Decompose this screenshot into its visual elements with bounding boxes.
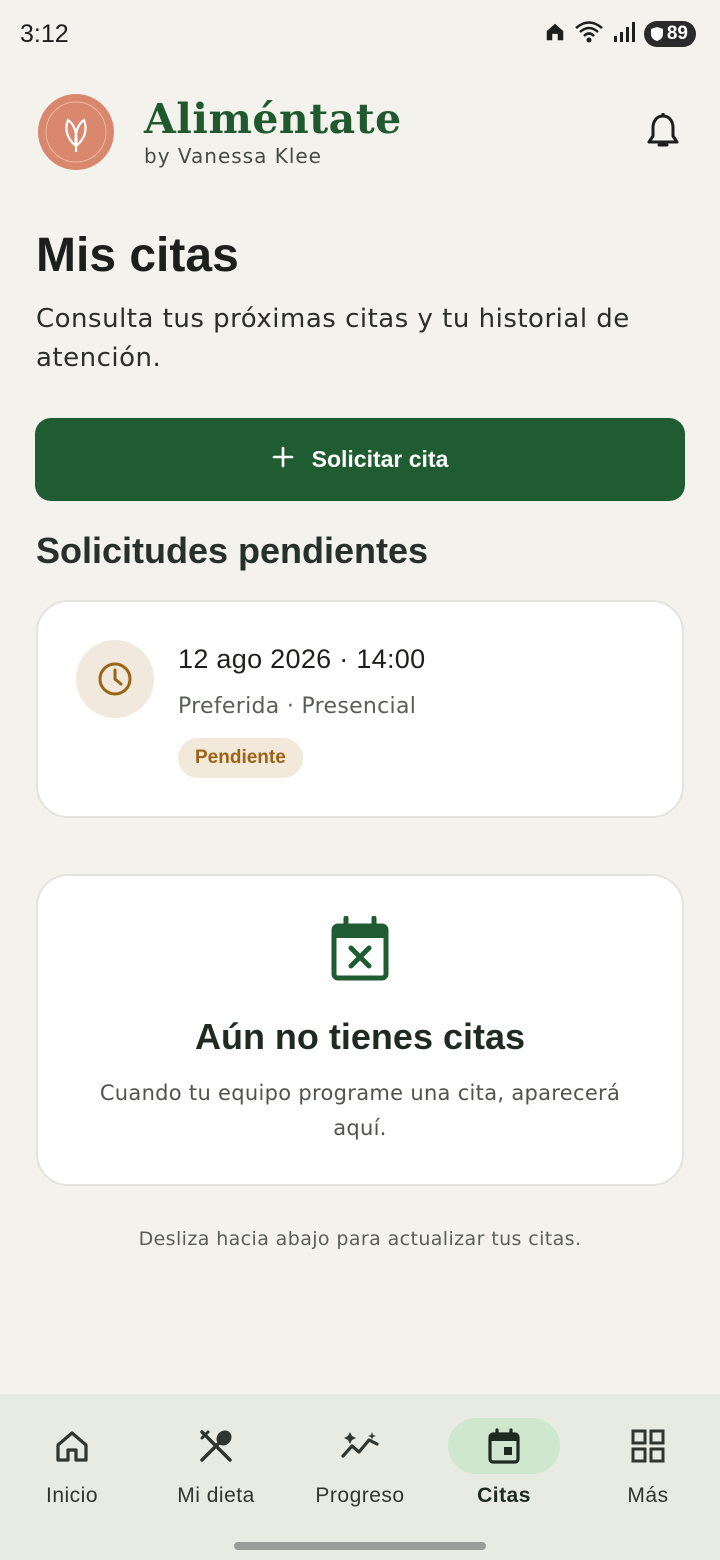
page-description: Consulta tus próximas citas y tu histori…: [36, 304, 630, 373]
trend-icon: [304, 1418, 416, 1474]
bell-icon[interactable]: [642, 111, 684, 153]
nav-label-inicio: Inicio: [45, 1484, 99, 1507]
empty-state-card: Aún no tienes citas Cuando tu equipo pro…: [36, 874, 684, 1186]
nav-label-citas: Citas: [477, 1484, 531, 1507]
nav-item-mas[interactable]: Más: [576, 1394, 720, 1560]
appointment-datetime: 12 ago 2026 · 14:00: [178, 644, 426, 674]
nav-item-inicio[interactable]: Inicio: [0, 1394, 144, 1560]
plus-icon: [272, 446, 294, 474]
home-icon: [544, 21, 566, 47]
status-badge: Pendiente: [178, 738, 303, 778]
empty-state-description: Cuando tu equipo programe una cita, apar…: [99, 1081, 621, 1140]
wifi-icon: [574, 20, 604, 48]
nav-label-mi-dieta: Mi dieta: [177, 1484, 255, 1507]
home-icon: [16, 1418, 128, 1474]
nav-label-progreso: Progreso: [315, 1484, 405, 1507]
home-indicator[interactable]: [234, 1542, 486, 1550]
appointment-meta: Preferida · Presencial: [178, 694, 417, 719]
signal-icon: [612, 20, 636, 48]
refresh-hint: Desliza hacia abajo para actualizar tus …: [138, 1228, 582, 1250]
app-header: Aliméntate by Vanessa Klee: [38, 92, 684, 172]
brand-subtitle: by Vanessa Klee: [144, 144, 322, 168]
bottom-nav: Inicio Mi dieta Progreso Citas Más: [0, 1394, 720, 1560]
nav-item-mi-dieta[interactable]: Mi dieta: [144, 1394, 288, 1560]
battery-level: 89: [666, 23, 688, 44]
pending-request-card[interactable]: 12 ago 2026 · 14:00 Preferida · Presenci…: [36, 600, 684, 818]
brand-block: Aliméntate by Vanessa Klee: [144, 96, 642, 168]
battery-icon: 89: [643, 21, 696, 47]
status-time: 3:12: [20, 19, 69, 48]
status-bar: 3:12 89: [0, 0, 720, 68]
calendar-icon: [448, 1418, 560, 1474]
calendar-x-icon: [330, 915, 390, 986]
brand-logo: [38, 94, 114, 170]
utensils-icon: [160, 1418, 272, 1474]
empty-state-title: Aún no tienes citas: [194, 1016, 526, 1057]
request-appointment-label: Solicitar cita: [311, 446, 449, 472]
pending-section-title: Solicitudes pendientes: [36, 530, 429, 571]
status-icons: 89: [544, 20, 696, 48]
request-appointment-button[interactable]: Solicitar cita: [35, 418, 685, 501]
grid-icon: [592, 1418, 704, 1474]
brand-name: Aliméntate: [144, 95, 402, 143]
nav-label-mas: Más: [627, 1484, 669, 1507]
nav-item-citas[interactable]: Citas: [432, 1394, 576, 1560]
nav-item-progreso[interactable]: Progreso: [288, 1394, 432, 1560]
clock-icon: [76, 640, 154, 718]
page-title: Mis citas: [36, 229, 239, 282]
